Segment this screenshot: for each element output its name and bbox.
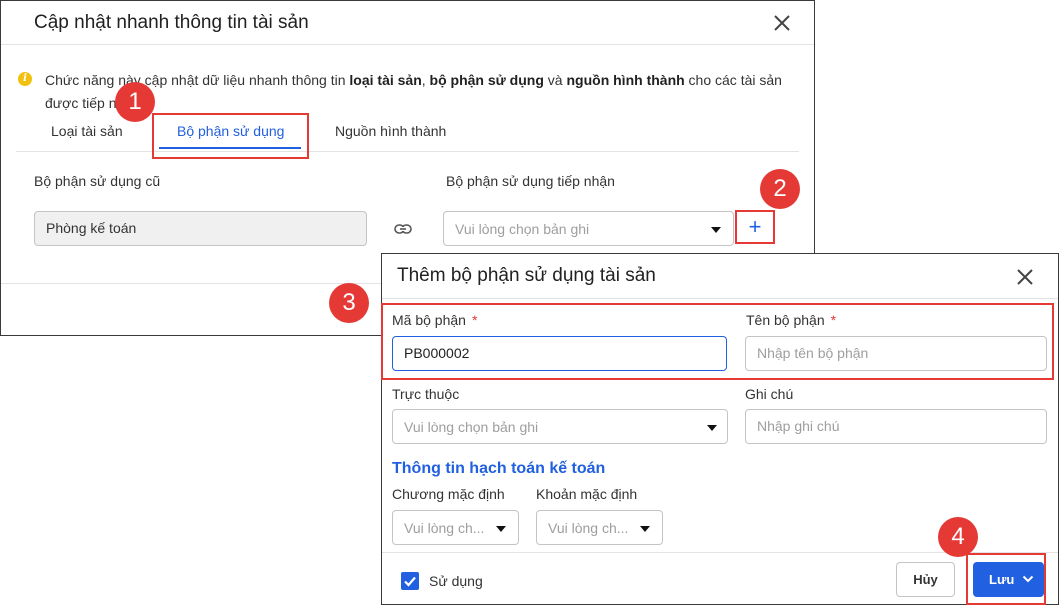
highlight-save-button	[966, 553, 1046, 605]
checkmark-icon	[404, 576, 416, 587]
plus-icon: +	[748, 214, 762, 239]
default-item-placeholder: Vui lòng ch...	[548, 520, 629, 536]
info-icon: i	[18, 72, 32, 86]
parent-placeholder: Vui lòng chọn bản ghi	[404, 419, 539, 435]
info-text: Chức năng này cập nhật dữ liệu nhanh thô…	[45, 72, 782, 111]
default-item-select[interactable]: Vui lòng ch...	[536, 510, 663, 545]
parent-label: Trực thuộc	[392, 386, 460, 402]
chevron-down-icon	[711, 227, 721, 233]
cancel-button[interactable]: Hủy	[896, 562, 955, 597]
default-program-label: Chương mặc định	[392, 486, 505, 502]
new-dept-select[interactable]: Vui lòng chọn bản ghi	[443, 211, 734, 246]
step-badge-2: 2	[760, 169, 800, 209]
note-input[interactable]: Nhập ghi chú	[745, 409, 1047, 444]
new-dept-label: Bộ phận sử dụng tiếp nhận	[446, 173, 615, 189]
chevron-down-icon	[496, 526, 506, 532]
old-dept-field: Phòng kế toán	[34, 211, 367, 246]
note-label: Ghi chú	[745, 386, 794, 402]
in-use-label: Sử dụng	[429, 573, 483, 589]
dialog-title: Cập nhật nhanh thông tin tài sản	[34, 12, 309, 33]
highlight-required-fields	[381, 303, 1054, 380]
in-use-checkbox[interactable]	[401, 572, 419, 590]
close-icon[interactable]	[1015, 267, 1035, 287]
new-dept-placeholder: Vui lòng chọn bản ghi	[455, 221, 590, 237]
dialog-title: Thêm bộ phận sử dụng tài sản	[397, 265, 656, 286]
step-badge-4: 4	[938, 517, 978, 557]
highlight-active-tab	[152, 113, 309, 159]
step-badge-1: 1	[115, 82, 155, 122]
old-dept-label: Bộ phận sử dụng cũ	[34, 173, 161, 189]
default-program-select[interactable]: Vui lòng ch...	[392, 510, 519, 545]
tab-asset-type[interactable]: Loại tài sản	[51, 123, 123, 139]
chevron-down-icon	[640, 526, 650, 532]
step-badge-3: 3	[329, 283, 369, 323]
tab-source[interactable]: Nguồn hình thành	[335, 123, 446, 139]
accounting-section-title: Thông tin hạch toán kế toán	[392, 460, 606, 477]
parent-select[interactable]: Vui lòng chọn bản ghi	[392, 409, 728, 444]
default-item-label: Khoản mặc định	[536, 486, 638, 502]
default-program-placeholder: Vui lòng ch...	[404, 520, 485, 536]
link-icon	[394, 222, 412, 236]
chevron-down-icon	[707, 425, 717, 431]
dialog-header-divider	[382, 298, 1058, 299]
close-icon[interactable]	[772, 13, 792, 33]
add-department-button[interactable]: +	[735, 210, 775, 244]
